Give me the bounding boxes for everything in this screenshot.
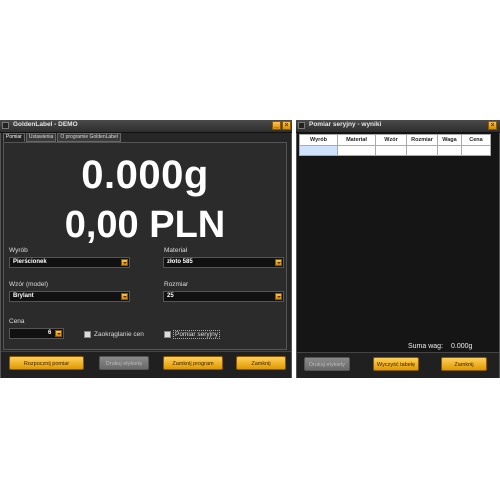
col-rozmiar[interactable]: Rozmiar [406, 134, 438, 146]
rozmiar-label: Rozmiar [164, 281, 189, 288]
tab-pomiar[interactable]: Pomiar [3, 133, 25, 142]
tab-o-programie[interactable]: O programie GoldenLabel [57, 133, 121, 142]
material-label: Materiał [164, 247, 188, 254]
results-title: Pomiar seryjny - wyniki [309, 121, 382, 128]
close-icon[interactable]: × [488, 121, 497, 130]
pomiar-seryjny-checkbox[interactable] [164, 331, 171, 338]
cena-label: Cena [9, 318, 25, 325]
table-cell[interactable] [461, 145, 491, 156]
chevron-down-icon[interactable] [121, 293, 128, 300]
minimize-icon[interactable]: _ [272, 121, 281, 130]
cena-stepper[interactable]: 6 [9, 328, 64, 339]
wzor-value: Brylant [13, 293, 34, 299]
wyrob-select[interactable]: Pierścionek [9, 257, 130, 268]
stepper-icon[interactable] [55, 330, 62, 337]
col-wzor[interactable]: Wzór [375, 134, 407, 146]
sum-value: 0.000g [451, 343, 473, 350]
price-display: 0,00 PLN [64, 204, 226, 246]
close-button[interactable]: Zamknij [236, 356, 286, 370]
sum-label: Suma wag: [408, 343, 444, 350]
weight-display: 0.000g [81, 153, 209, 197]
chevron-down-icon[interactable] [275, 259, 282, 266]
chevron-down-icon[interactable] [121, 259, 128, 266]
zaokraglanie-checkbox[interactable] [84, 331, 91, 338]
app-icon [298, 122, 305, 129]
material-select[interactable]: złoto 585 [163, 257, 284, 268]
table-header-row: Wyrób Materiał Wzór Rozmiar Waga Cena [299, 134, 491, 146]
clear-table-button[interactable]: Wyczyść tabelę [373, 357, 419, 371]
wyrob-label: Wyrób [9, 247, 28, 254]
start-measurement-button[interactable]: Rozpocznij pomiar [9, 356, 84, 370]
window-title: GoldenLabel - DEMO [13, 121, 78, 128]
rozmiar-select[interactable]: 25 [163, 291, 284, 302]
col-cena[interactable]: Cena [461, 134, 491, 146]
col-wyrob[interactable]: Wyrób [299, 134, 338, 146]
zaokraglanie-label: Zaokrąglanie cen [94, 331, 144, 338]
table-cell[interactable] [406, 145, 438, 156]
table-cell[interactable] [437, 145, 462, 156]
lock-program-button[interactable]: Zamknij program [163, 356, 223, 370]
tab-ustawienia[interactable]: Ustawienia [25, 133, 57, 142]
print-label-button[interactable]: Drukuj etykietę [99, 356, 149, 370]
app-icon [2, 122, 9, 129]
wyrob-value: Pierścionek [13, 259, 47, 265]
results-window [296, 120, 500, 378]
main-titlebar[interactable]: GoldenLabel - DEMO _ × [0, 120, 292, 133]
print-labels-button[interactable]: Drukuj etykiety [304, 357, 350, 371]
table-cell[interactable] [337, 145, 376, 156]
results-close-button[interactable]: Zamknij [441, 357, 487, 371]
col-waga[interactable]: Waga [437, 134, 462, 146]
chevron-down-icon[interactable] [275, 293, 282, 300]
pomiar-seryjny-label: Pomiar seryjny [173, 330, 220, 339]
material-value: złoto 585 [167, 259, 193, 265]
wzor-select[interactable]: Brylant [9, 291, 130, 302]
table-cell[interactable] [375, 145, 407, 156]
table-cell[interactable] [299, 145, 338, 156]
rozmiar-value: 25 [167, 293, 174, 299]
col-material[interactable]: Materiał [337, 134, 376, 146]
tab-bar: Pomiar Ustawienia O programie GoldenLabe… [3, 133, 121, 142]
results-table: Wyrób Materiał Wzór Rozmiar Waga Cena [299, 134, 491, 156]
results-titlebar[interactable]: Pomiar seryjny - wyniki × [296, 120, 500, 133]
wzor-label: Wzór (model) [9, 281, 49, 288]
close-icon[interactable]: × [282, 121, 291, 130]
cena-value: 6 [48, 330, 52, 336]
table-row[interactable] [299, 145, 491, 156]
